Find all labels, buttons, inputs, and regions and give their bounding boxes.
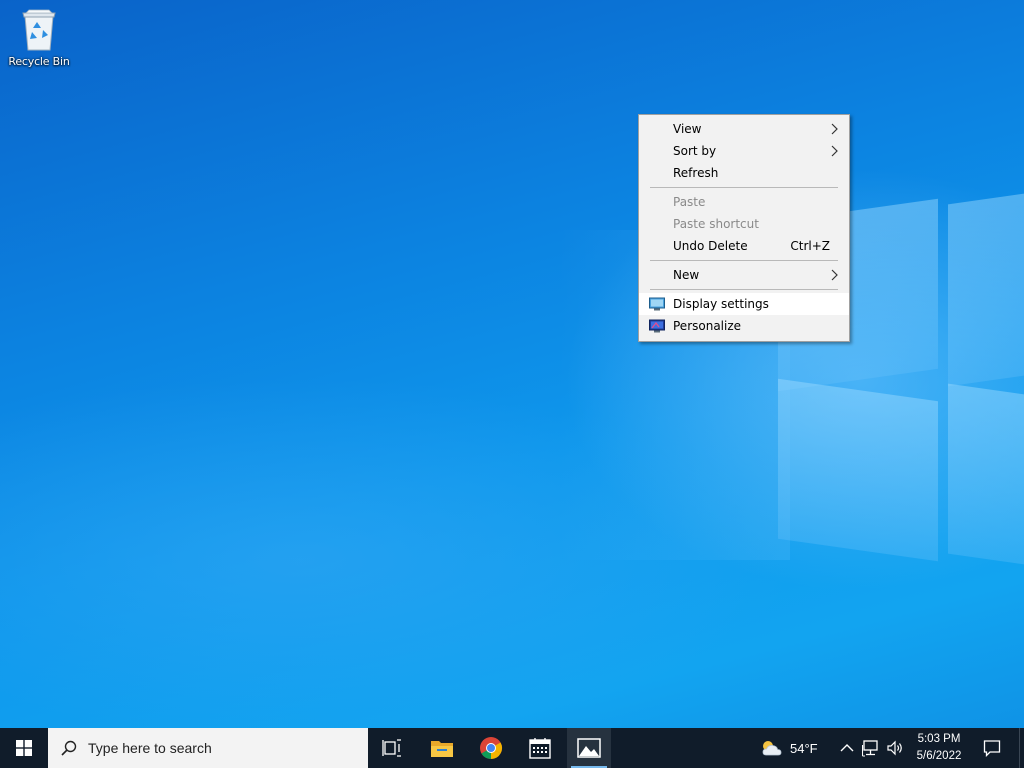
personalize-icon [649, 319, 665, 333]
menu-item-label: Sort by [673, 144, 717, 158]
taskbar-app-file-explorer[interactable] [420, 728, 464, 768]
taskbar-app-calendar[interactable] [518, 728, 562, 768]
wallpaper-logo-pane [948, 191, 1024, 387]
taskbar-app-chrome[interactable] [469, 728, 513, 768]
taskbar: Type here to search 54°F 5:03 PM 5/6/202… [0, 728, 1024, 768]
show-desktop-button[interactable] [1019, 728, 1024, 768]
desktop-icon-label: Recycle Bin [8, 55, 70, 68]
recycle-bin-icon [22, 9, 56, 51]
weather-temperature: 54°F [790, 740, 818, 756]
taskbar-app-photos[interactable] [567, 728, 611, 768]
menu-item-paste[interactable]: Paste [639, 191, 849, 213]
volume-icon[interactable] [886, 739, 904, 757]
chevron-right-icon [831, 145, 838, 157]
menu-item-label: Refresh [673, 166, 719, 180]
search-icon [61, 740, 77, 756]
menu-item-label: Paste [673, 195, 706, 209]
task-view-button[interactable] [370, 728, 414, 768]
menu-item-label: View [673, 122, 702, 136]
chevron-right-icon [831, 123, 838, 135]
menu-item-label: Personalize [673, 319, 742, 333]
menu-item-label: New [673, 268, 700, 282]
partly-cloudy-icon [762, 741, 782, 756]
chrome-icon [480, 737, 502, 759]
menu-separator [650, 260, 838, 261]
menu-item-undo-delete[interactable]: Undo Delete Ctrl+Z [639, 235, 849, 257]
photos-icon [577, 738, 601, 758]
action-center-button[interactable] [980, 728, 1004, 768]
menu-item-display-settings[interactable]: Display settings [639, 293, 849, 315]
weather-widget[interactable]: 54°F [760, 728, 818, 768]
task-view-icon [382, 739, 401, 757]
start-button[interactable] [0, 728, 48, 768]
chevron-right-icon [831, 269, 838, 281]
desktop-icon-recycle-bin[interactable]: Recycle Bin [4, 4, 74, 76]
taskbar-clock[interactable]: 5:03 PM 5/6/2022 [910, 731, 968, 765]
file-explorer-icon [431, 741, 453, 757]
wallpaper-logo-pane [778, 378, 938, 562]
menu-separator [650, 289, 838, 290]
menu-item-new[interactable]: New [639, 264, 849, 286]
notification-icon [983, 740, 1001, 757]
menu-item-paste-shortcut[interactable]: Paste shortcut [639, 213, 849, 235]
menu-item-refresh[interactable]: Refresh [639, 162, 849, 184]
network-icon[interactable] [862, 739, 880, 757]
menu-item-view[interactable]: View [639, 118, 849, 140]
search-placeholder: Type here to search [88, 740, 212, 756]
display-settings-icon [649, 297, 665, 311]
windows-logo-icon [16, 740, 32, 756]
menu-separator [650, 187, 838, 188]
calendar-icon [529, 738, 551, 759]
menu-item-label: Display settings [673, 297, 769, 311]
menu-item-personalize[interactable]: Personalize [639, 315, 849, 337]
clock-date: 5/6/2022 [916, 750, 962, 762]
desktop-context-menu: View Sort by Refresh Paste Paste shortcu… [638, 114, 850, 342]
menu-item-label: Paste shortcut [673, 217, 759, 231]
chevron-up-icon[interactable] [838, 739, 856, 757]
menu-item-label: Undo Delete [673, 239, 748, 253]
menu-item-sort-by[interactable]: Sort by [639, 140, 849, 162]
menu-item-shortcut: Ctrl+Z [790, 239, 830, 253]
taskbar-search-box[interactable]: Type here to search [48, 728, 368, 768]
wallpaper-logo-pane [948, 383, 1024, 567]
desktop[interactable]: Recycle Bin View Sort by Refresh Paste P… [0, 0, 1024, 728]
clock-time: 5:03 PM [917, 733, 961, 745]
